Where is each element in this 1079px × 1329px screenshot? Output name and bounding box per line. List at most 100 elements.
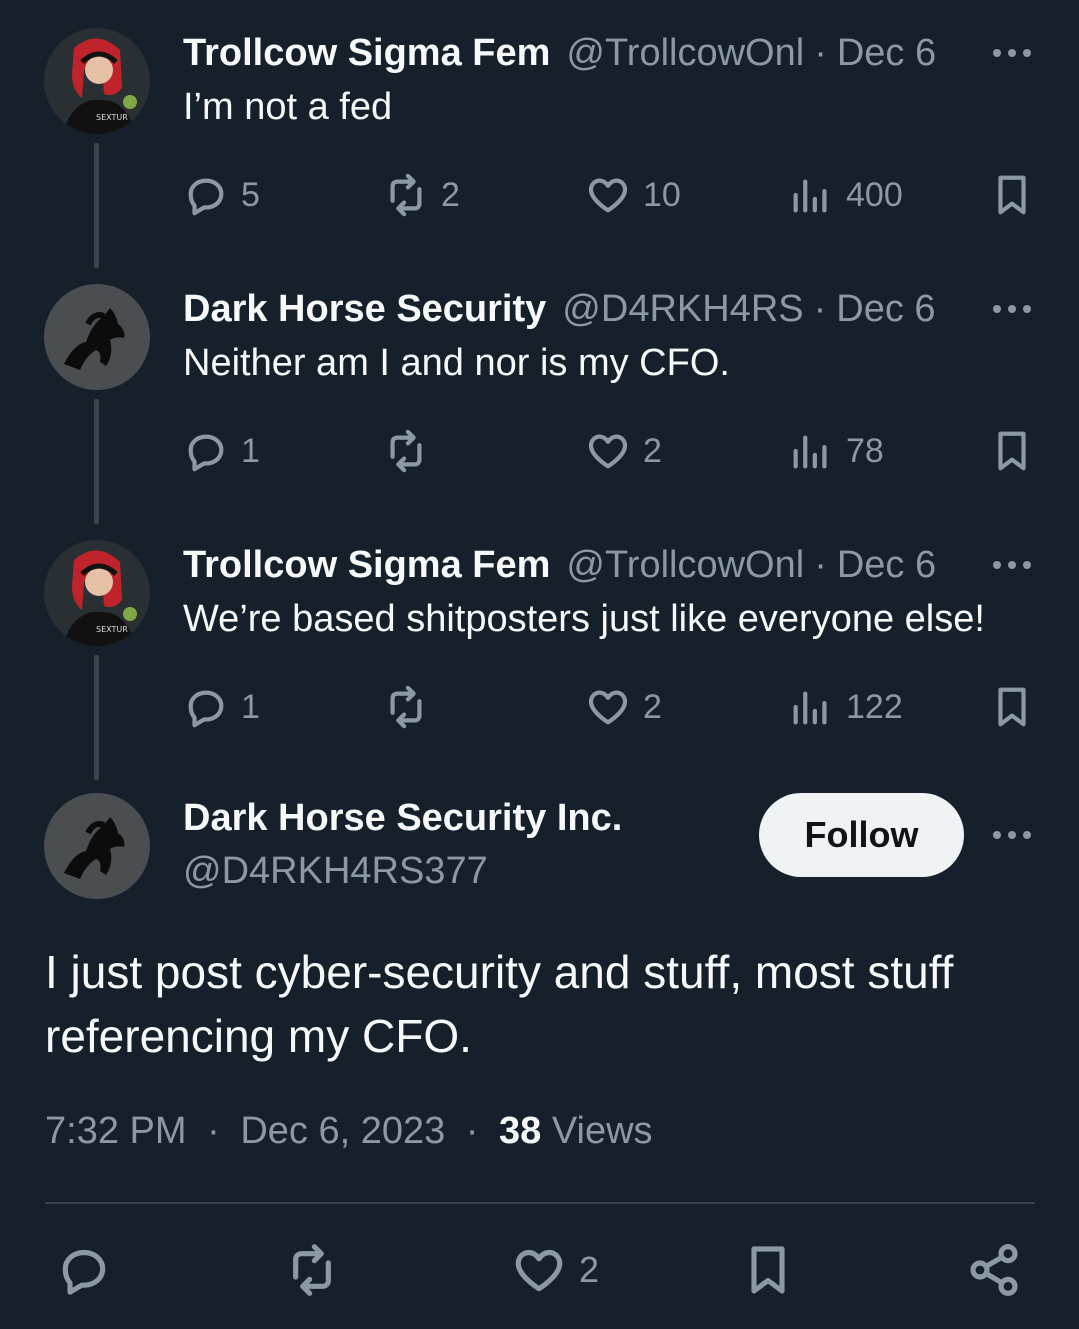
like-button[interactable]: 2 [511, 1240, 599, 1300]
main-tweet-actions: 2 [0, 1240, 1079, 1300]
reply-button[interactable]: 5 [183, 170, 260, 220]
repost-button[interactable] [383, 426, 441, 476]
thread-connector [94, 399, 99, 524]
like-count: 2 [643, 431, 662, 470]
bookmark-button[interactable] [740, 1240, 796, 1300]
views-count: 122 [846, 687, 903, 726]
views-count: 400 [846, 175, 903, 214]
reply-button[interactable]: 1 [183, 682, 260, 732]
share-icon [970, 1244, 1018, 1296]
svg-text:SEXTUR: SEXTUR [96, 625, 128, 634]
tweet-meta: 7:32 PM · Dec 6, 2023 · 38 Views [45, 1110, 653, 1153]
views-button[interactable]: 122 [788, 682, 903, 732]
bookmark-icon [998, 687, 1026, 727]
views-count: 78 [846, 431, 884, 470]
views-icon [793, 435, 827, 469]
thread-tweet-2[interactable]: Dark Horse Security @D4RKH4RS · Dec 6 Ne… [0, 284, 1079, 534]
author-name[interactable]: Trollcow Sigma Fem [183, 544, 550, 587]
repost-count: 2 [441, 175, 460, 214]
views-icon [793, 179, 827, 213]
reply-icon [62, 1249, 106, 1295]
repost-icon [390, 685, 422, 729]
views-count[interactable]: 38 [499, 1110, 541, 1152]
repost-icon [390, 173, 422, 217]
bookmark-icon [751, 1246, 785, 1294]
like-count: 10 [643, 175, 681, 214]
main-tweet-text: I just post cyber-security and stuff, mo… [45, 946, 954, 1062]
author-handle[interactable]: @TrollcowOnl [566, 544, 804, 587]
heart-icon [588, 690, 628, 725]
thread-connector [94, 143, 99, 268]
reply-icon [188, 178, 224, 216]
reply-count: 1 [241, 687, 260, 726]
avatar[interactable]: SEXTUR [44, 540, 150, 646]
repost-button[interactable] [383, 682, 441, 732]
views-button[interactable]: 78 [788, 426, 884, 476]
follow-button[interactable]: Follow [759, 793, 964, 877]
tweet-text: Neither am I and nor is my CFO. [183, 342, 730, 384]
like-button[interactable]: 2 [585, 682, 662, 732]
avatar-red-hair-icon: SEXTUR [44, 540, 150, 646]
share-button[interactable] [966, 1240, 1022, 1300]
main-author-handle[interactable]: @D4RKH4RS377 [183, 850, 488, 893]
views-icon [793, 691, 827, 725]
bookmark-button[interactable] [989, 682, 1035, 732]
separator-dot: · [814, 31, 827, 74]
separator-dot: · [207, 1110, 220, 1152]
avatar-dark-horse-icon [44, 284, 150, 390]
heart-icon [588, 434, 628, 469]
bookmark-icon [998, 175, 1026, 215]
reply-button[interactable]: 1 [183, 426, 260, 476]
main-avatar[interactable] [44, 793, 150, 899]
author-handle[interactable]: @TrollcowOnl [566, 32, 804, 75]
heart-icon [515, 1249, 563, 1292]
repost-button[interactable]: 2 [383, 170, 460, 220]
repost-icon [390, 429, 422, 473]
tweet-full-date[interactable]: Dec 6, 2023 [240, 1110, 445, 1152]
tweet-text: I’m not a fed [183, 86, 393, 128]
repost-button[interactable] [284, 1240, 340, 1300]
author-name[interactable]: Dark Horse Security [183, 288, 546, 331]
more-options-icon[interactable] [990, 289, 1034, 329]
like-count: 2 [579, 1249, 600, 1290]
repost-icon [293, 1244, 331, 1296]
avatar[interactable]: SEXTUR [44, 28, 150, 134]
reply-count: 1 [241, 431, 260, 470]
bookmark-button[interactable] [989, 426, 1035, 476]
tweet-date[interactable]: Dec 6 [836, 288, 935, 331]
avatar[interactable] [44, 284, 150, 390]
tweet-text: We’re based shitposters just like everyo… [183, 598, 985, 640]
main-author-name[interactable]: Dark Horse Security Inc. [183, 797, 622, 840]
reply-icon [188, 434, 224, 472]
reply-icon [188, 690, 224, 728]
views-label: Views [551, 1110, 653, 1152]
bookmark-button[interactable] [989, 170, 1035, 220]
thread-tweet-3[interactable]: SEXTUR Trollcow Sigma Fem @TrollcowOnl ·… [0, 540, 1079, 790]
reply-button[interactable] [56, 1240, 112, 1300]
heart-icon [588, 178, 628, 213]
tweet-date[interactable]: Dec 6 [837, 544, 936, 587]
tweet-actions: 1 2 122 [183, 682, 1043, 732]
like-button[interactable]: 10 [585, 170, 681, 220]
svg-text:SEXTUR: SEXTUR [96, 113, 128, 122]
reply-count: 5 [241, 175, 260, 214]
thread-connector [94, 655, 99, 780]
more-options-icon[interactable] [990, 33, 1034, 73]
tweet-date[interactable]: Dec 6 [837, 32, 936, 75]
author-name[interactable]: Trollcow Sigma Fem [183, 32, 550, 75]
more-options-icon[interactable] [990, 815, 1034, 855]
like-button[interactable]: 2 [585, 426, 662, 476]
separator-dot: · [814, 543, 827, 586]
views-button[interactable]: 400 [788, 170, 903, 220]
author-handle[interactable]: @D4RKH4RS [562, 288, 803, 331]
tweet-time[interactable]: 7:32 PM [45, 1110, 187, 1152]
avatar-dark-horse-icon [44, 793, 150, 899]
more-options-icon[interactable] [990, 545, 1034, 585]
like-count: 2 [643, 687, 662, 726]
thread-tweet-1[interactable]: SEXTUR Trollcow Sigma Fem @TrollcowOnl ·… [0, 28, 1079, 278]
separator-dot: · [465, 1110, 479, 1152]
tweet-actions: 1 2 78 [183, 426, 1043, 476]
avatar-red-hair-icon: SEXTUR [44, 28, 150, 134]
bookmark-icon [998, 431, 1026, 471]
tweet-actions: 5 2 10 400 [183, 170, 1043, 220]
